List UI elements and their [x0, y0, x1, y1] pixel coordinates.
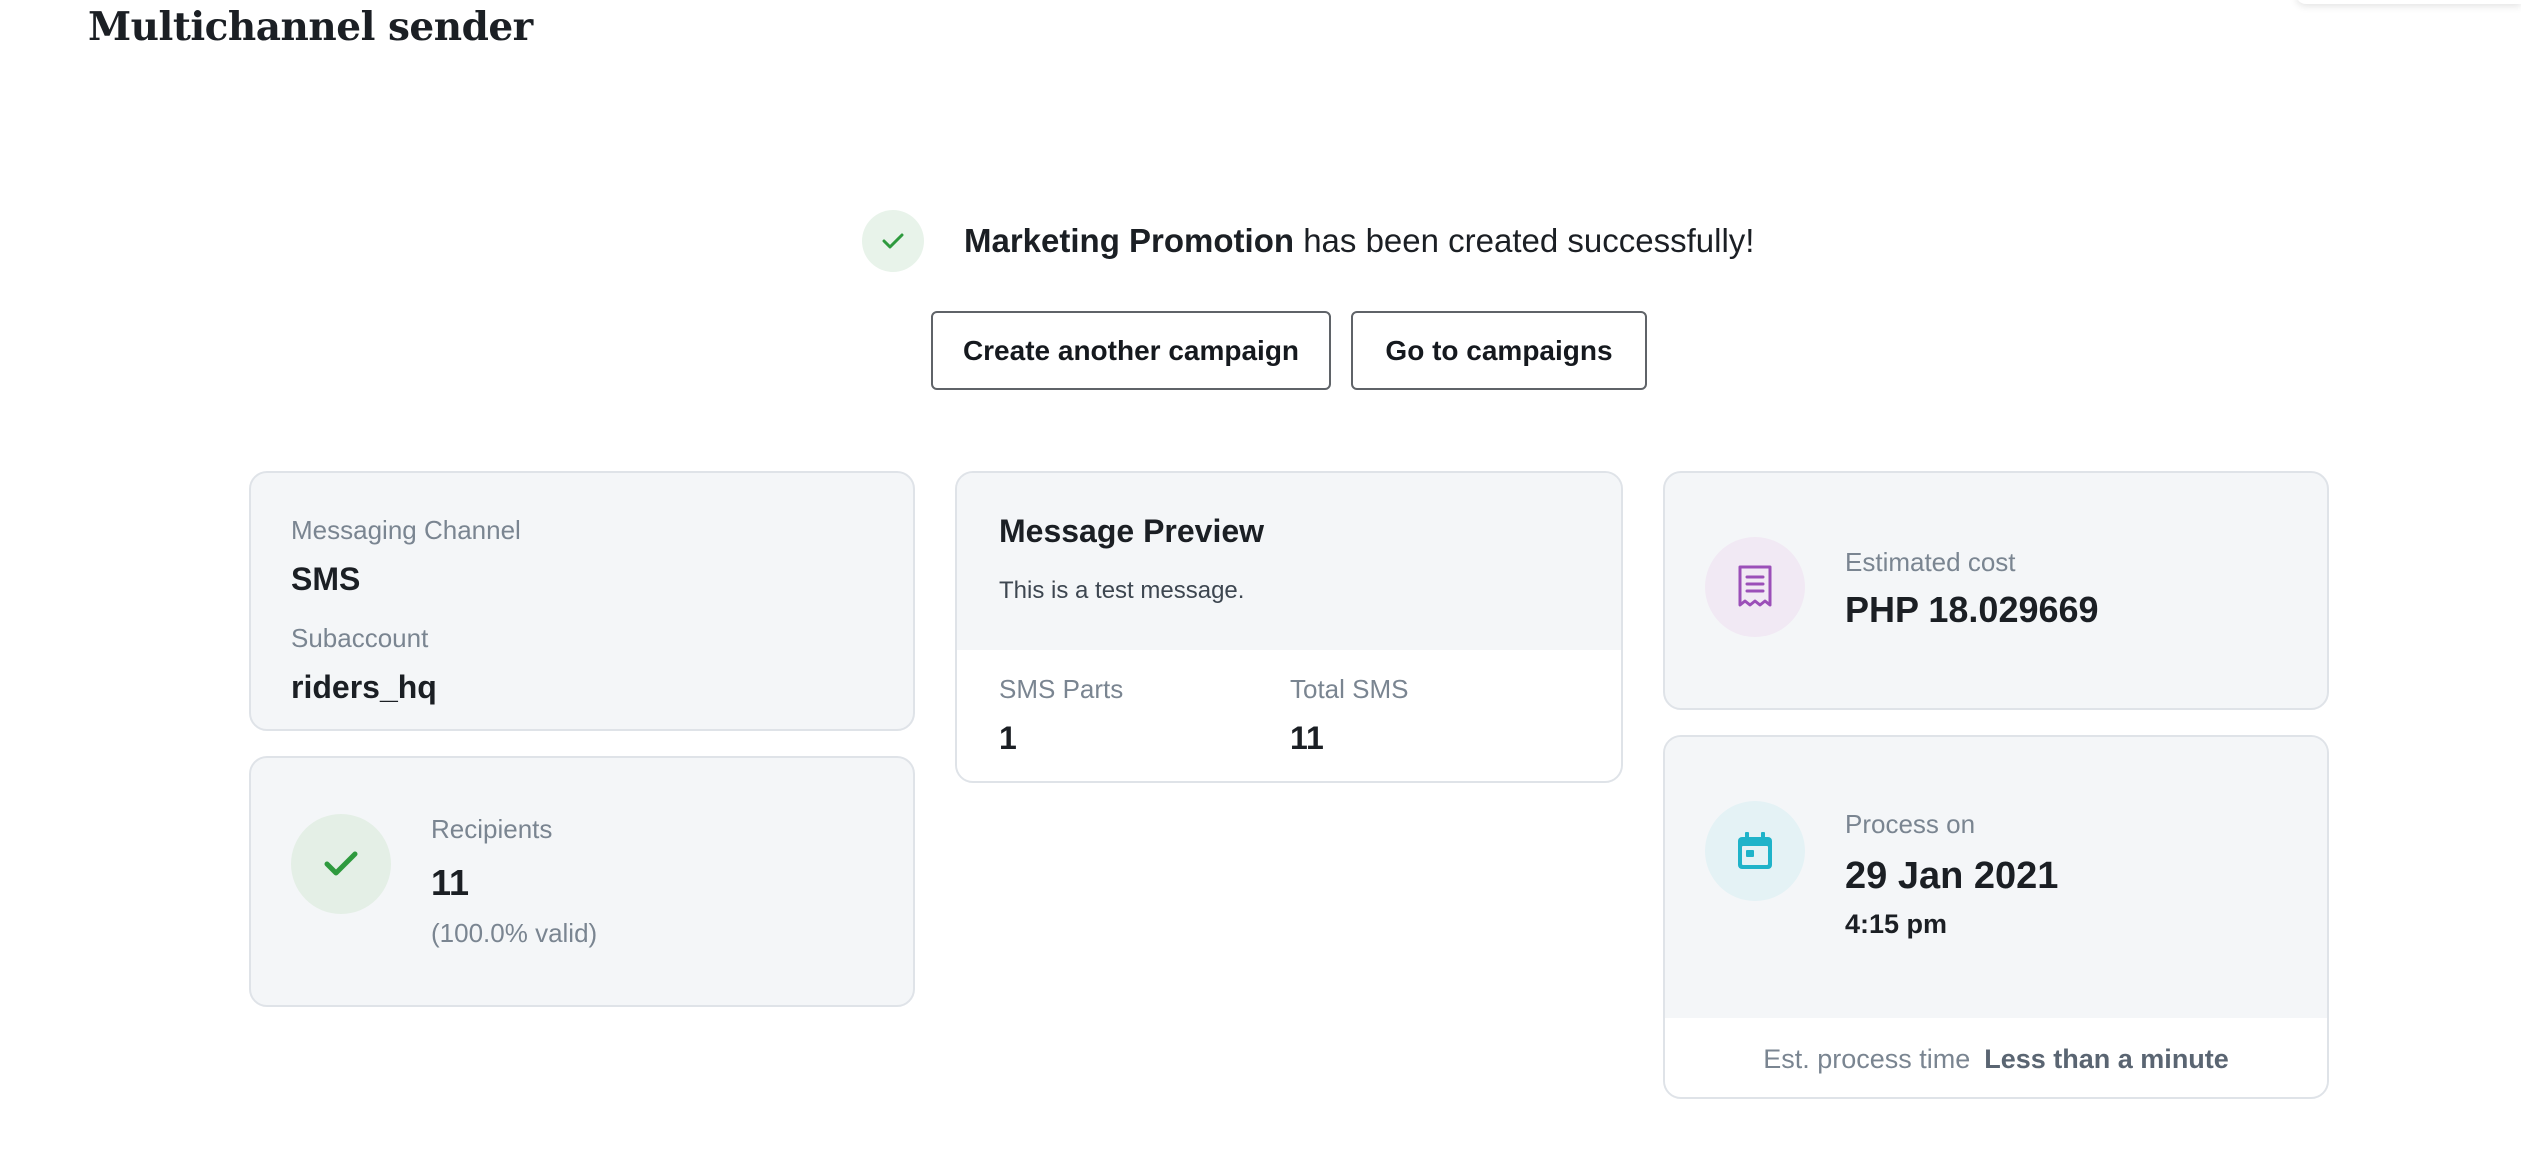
- process-on-card: Process on 29 Jan 2021 4:15 pm Est. proc…: [1663, 735, 2329, 1099]
- process-on-label: Process on: [1845, 809, 1976, 839]
- total-sms-value: 11: [1290, 720, 1324, 756]
- sms-parts-value: 1: [999, 720, 1017, 756]
- campaign-name: Marketing Promotion: [964, 222, 1295, 259]
- preview-header: Message Preview This is a test message.: [957, 473, 1621, 650]
- recipients-label: Recipients: [431, 814, 553, 844]
- page: Multichannel sender Marketing Promotion …: [0, 0, 2521, 1159]
- receipt-icon: [1705, 537, 1805, 637]
- estimated-cost-card: Estimated cost PHP 18.029669: [1663, 471, 2329, 710]
- preview-stats: SMS Parts 1 Total SMS 11: [957, 650, 1621, 781]
- channel-card: Messaging Channel SMS Subaccount riders_…: [249, 471, 915, 731]
- subaccount-value: riders_hq: [291, 669, 437, 705]
- message-preview-card: Message Preview This is a test message. …: [955, 471, 1623, 783]
- subaccount-label: Subaccount: [291, 623, 429, 653]
- channel-label: Messaging Channel: [291, 515, 521, 545]
- success-banner: Marketing Promotion has been created suc…: [862, 210, 1754, 272]
- recipients-check-icon: [291, 814, 391, 914]
- process-date: 29 Jan 2021: [1845, 855, 2059, 897]
- estimated-cost-value: PHP 18.029669: [1845, 589, 2099, 630]
- success-message-suffix: has been created successfully!: [1294, 222, 1755, 259]
- success-check-icon: [862, 210, 924, 272]
- recipients-card: Recipients 11 (100.0% valid): [249, 756, 915, 1007]
- recipients-valid: (100.0% valid): [431, 918, 598, 948]
- user-menu-edge: [2296, 0, 2521, 4]
- channel-value: SMS: [291, 561, 361, 597]
- calendar-icon: [1705, 801, 1805, 901]
- go-to-campaigns-button[interactable]: Go to campaigns: [1351, 311, 1647, 390]
- total-sms-label: Total SMS: [1290, 674, 1409, 704]
- est-process-time-value: Less than a minute: [1984, 1044, 2229, 1074]
- create-another-campaign-button[interactable]: Create another campaign: [931, 311, 1331, 390]
- preview-message: This is a test message.: [999, 577, 1245, 604]
- sms-parts-label: SMS Parts: [999, 674, 1124, 704]
- recipients-count: 11: [431, 862, 470, 903]
- estimated-cost-label: Estimated cost: [1845, 547, 2016, 577]
- app-title: Multichannel sender: [88, 4, 533, 50]
- process-time: 4:15 pm: [1845, 909, 1948, 939]
- est-process-time-label: Est. process time: [1763, 1044, 1971, 1074]
- process-header: Process on 29 Jan 2021 4:15 pm: [1665, 737, 2327, 1018]
- est-process-time: Est. process time Less than a minute: [1665, 1018, 2327, 1097]
- preview-title: Message Preview: [999, 513, 1265, 549]
- success-message: Marketing Promotion has been created suc…: [964, 222, 1754, 260]
